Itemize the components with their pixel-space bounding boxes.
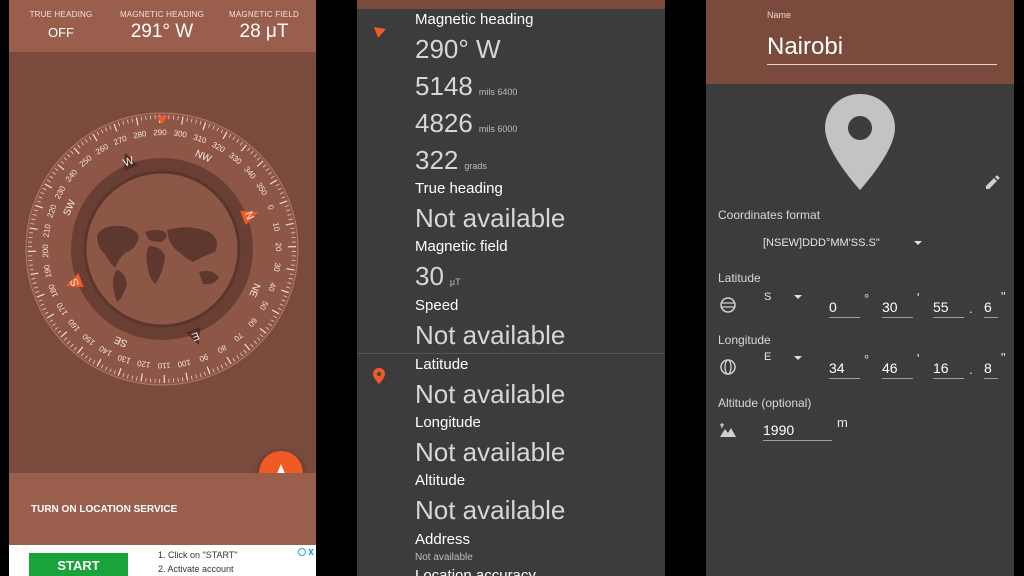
lon-degree-symbol: ° (864, 352, 870, 367)
chevron-down-icon[interactable] (913, 240, 923, 246)
lat-minutes-input[interactable] (882, 297, 913, 318)
altitude-mountain-icon (720, 423, 736, 437)
ad-start-button[interactable]: START (29, 553, 128, 576)
lat-degree-symbol: ° (864, 291, 870, 306)
altitude-unit: m (837, 415, 848, 430)
dial-degree-label: 110 (157, 361, 170, 370)
mils-6400-row: 5148 mils 6400 (415, 71, 517, 102)
lat-degrees-input[interactable] (829, 297, 860, 318)
latitude-globe-icon (720, 297, 736, 313)
lon-dot-symbol: . (969, 362, 973, 377)
stats-bar: TRUE HEADING OFF MAGNETIC HEADING 291° W… (9, 0, 316, 52)
name-label: Name (767, 10, 792, 20)
mils-6000-row: 4826 mils 6000 (415, 108, 517, 139)
lat-seconds-input[interactable] (933, 297, 964, 318)
ad-banner[interactable]: START 1. Click on "START" 2. Activate ac… (9, 545, 316, 576)
altitude-label: Altitude (415, 472, 466, 489)
dial-degree-label: 200 (41, 244, 50, 258)
speed-value: Not available (415, 320, 566, 350)
dial-degree-label: 20 (274, 242, 283, 252)
latitude-label: Latitude (718, 271, 761, 285)
magnetic-field-label: Magnetic field (415, 238, 508, 255)
magnetic-heading-value: 291° W (130, 21, 194, 42)
longitude-label: Longitude (718, 333, 771, 347)
coordinates-format-select[interactable]: [NSEW]DDD°MM'SS.S" (763, 237, 880, 249)
turn-on-location-label: TURN ON LOCATION SERVICE (31, 504, 178, 515)
compass-screen: TRUE HEADING OFF MAGNETIC HEADING 291° W… (9, 0, 316, 576)
latitude-value: Not available (415, 379, 566, 409)
address-label: Address (415, 531, 471, 548)
true-heading-stat: TRUE HEADING OFF (11, 10, 111, 40)
grads-unit: grads (464, 161, 487, 171)
compass-dial[interactable]: 0102030405060708090100110120130140150160… (9, 52, 316, 472)
lon-minute-symbol: ' (917, 351, 920, 366)
turn-on-location-row[interactable]: TURN ON LOCATION SERVICE (9, 473, 316, 545)
details-top-bar (357, 0, 665, 9)
magnetic-field-row: 30 μT (415, 261, 461, 292)
altitude-input[interactable] (763, 420, 832, 441)
location-pin-icon (825, 94, 895, 190)
lon-hemisphere-select[interactable]: E (764, 351, 771, 363)
magnetic-heading-stat: MAGNETIC HEADING 291° W (112, 10, 212, 43)
magnetic-heading-label: Magnetic heading (415, 11, 534, 28)
grads-value: 322 (415, 145, 459, 175)
heading-arrow-icon (374, 27, 386, 38)
details-screen: Magnetic heading 290° W 5148 mils 6400 48… (357, 0, 665, 576)
mils-6400-value: 5148 (415, 71, 473, 101)
mils-6000-unit: mils 6000 (478, 124, 518, 134)
grads-row: 322 grads (415, 145, 487, 176)
magnetic-heading-value: 290° W (415, 34, 501, 64)
lat-hemisphere-select[interactable]: S (764, 291, 771, 303)
longitude-label: Longitude (415, 414, 481, 431)
magnetic-field-stat: MAGNETIC FIELD 28 μT (214, 10, 314, 43)
magnetic-field-label: MAGNETIC FIELD (229, 10, 299, 19)
lat-dot-symbol: . (969, 301, 973, 316)
lon-second-symbol: " (1001, 350, 1006, 365)
dial-degree-label: 290 (153, 128, 167, 137)
true-heading-value: OFF (48, 25, 74, 40)
location-accuracy-label: Location accuracy (415, 567, 536, 576)
location-pin-icon (373, 368, 385, 384)
lat-minute-symbol: ' (917, 290, 920, 305)
chevron-down-icon[interactable] (793, 294, 803, 300)
true-heading-value: Not available (415, 203, 566, 233)
name-header: Name (706, 0, 1014, 84)
altitude-label: Altitude (optional) (718, 396, 812, 410)
magnetic-field-value: 30 (415, 261, 444, 291)
longitude-value: Not available (415, 437, 566, 467)
coordinates-format-label: Coordinates format (718, 208, 821, 222)
lat-tenths-input[interactable] (984, 297, 998, 318)
magnetic-field-value: 28 μT (239, 21, 289, 42)
ad-line-2: 2. Activate account (158, 564, 234, 574)
location-edit-screen: Name Coordinates format [NSEW]DDD°MM'SS.… (706, 0, 1014, 576)
lon-degrees-input[interactable] (829, 358, 860, 379)
lon-tenths-input[interactable] (984, 358, 998, 379)
name-input[interactable] (767, 30, 997, 65)
address-value: Not available (415, 552, 473, 563)
edit-pencil-icon[interactable] (984, 175, 1000, 191)
mils-6000-value: 4826 (415, 108, 473, 138)
mils-6400-unit: mils 6400 (478, 87, 518, 97)
ad-choices-icon[interactable] (298, 547, 314, 557)
speed-label: Speed (415, 297, 459, 314)
true-heading-label: TRUE HEADING (29, 10, 93, 19)
section-divider (357, 353, 665, 354)
lat-second-symbol: " (1001, 289, 1006, 304)
altitude-value: Not available (415, 495, 566, 525)
chevron-down-icon[interactable] (793, 355, 803, 361)
lon-seconds-input[interactable] (933, 358, 964, 379)
lon-minutes-input[interactable] (882, 358, 913, 379)
magnetic-heading-label: MAGNETIC HEADING (119, 10, 205, 19)
latitude-label: Latitude (415, 356, 469, 373)
true-heading-label: True heading (415, 180, 503, 197)
longitude-globe-icon (720, 359, 736, 375)
magnetic-field-unit: μT (449, 277, 461, 287)
ad-line-1: 1. Click on "START" (158, 550, 238, 560)
